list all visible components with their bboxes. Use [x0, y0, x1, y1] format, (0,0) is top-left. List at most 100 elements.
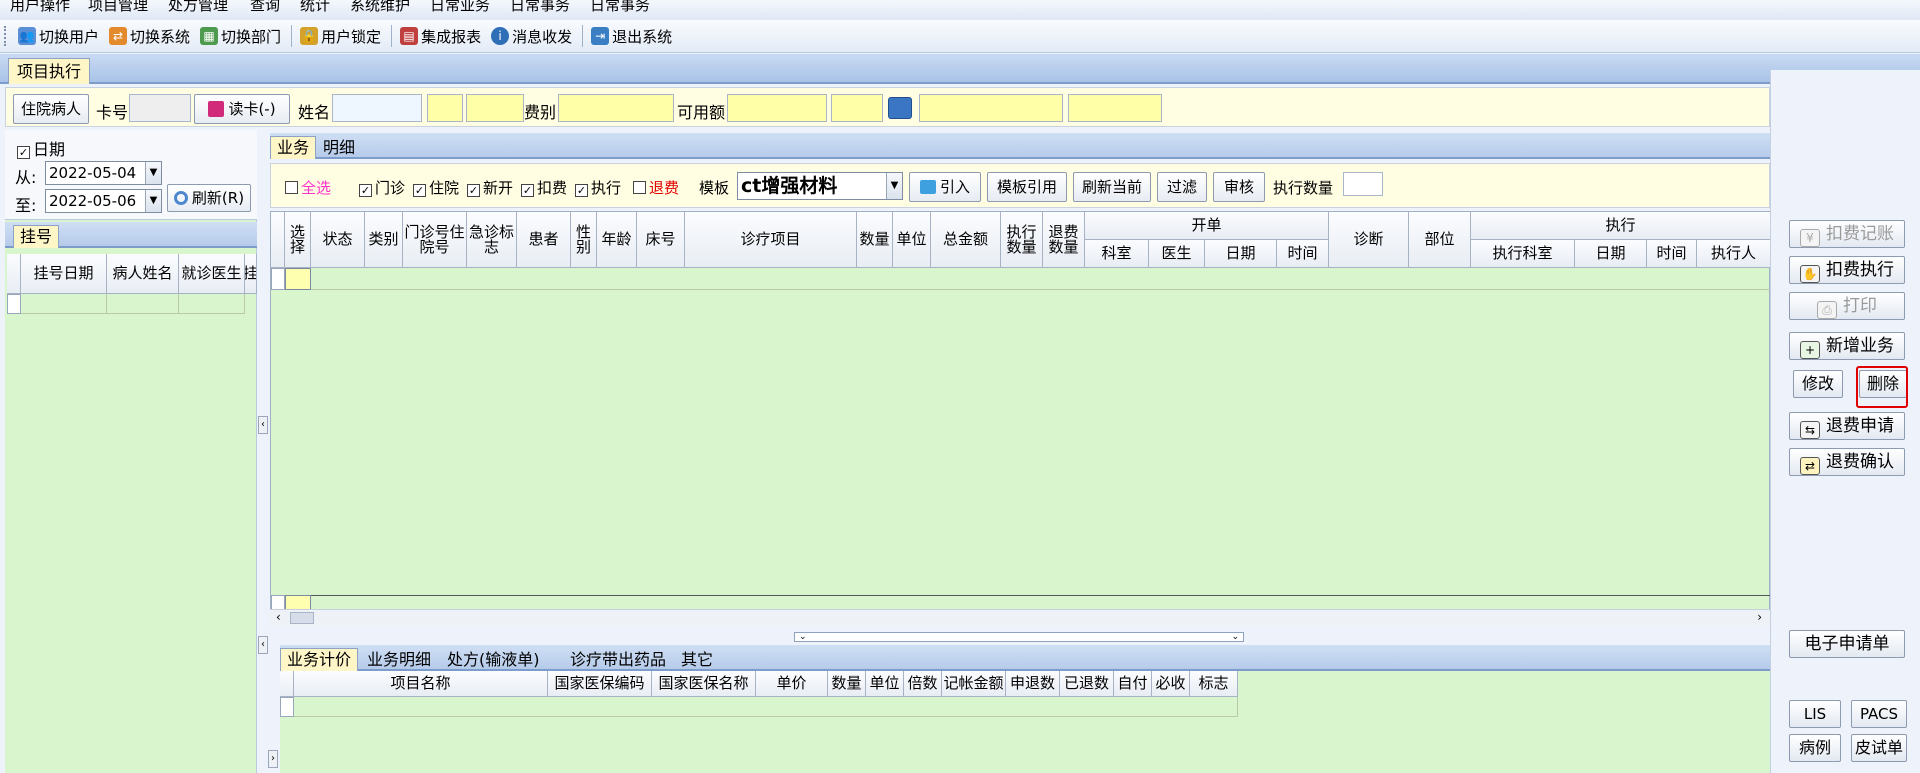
- column-header[interactable]: 日期: [1575, 240, 1647, 268]
- tab-registration[interactable]: 挂号: [13, 225, 60, 248]
- column-header[interactable]: 日期: [1205, 240, 1277, 268]
- chevron-down-icon[interactable]: ▼: [145, 190, 161, 212]
- column-header[interactable]: 门诊号住院号: [403, 212, 467, 268]
- tab-project-execution[interactable]: 项目执行: [8, 58, 91, 84]
- column-header[interactable]: 执行人: [1697, 240, 1771, 268]
- refund-apply-button[interactable]: ⇆ 退费申请: [1789, 412, 1905, 440]
- table-cell[interactable]: [179, 294, 245, 314]
- column-header[interactable]: 时间: [1277, 240, 1329, 268]
- menu-project-mgmt[interactable]: 项目管理: [88, 0, 148, 15]
- scroll-right-icon[interactable]: ›: [1757, 610, 1762, 624]
- chevron-down-icon[interactable]: ▼: [145, 162, 161, 184]
- to-date-picker[interactable]: 2022-05-06 ▼: [45, 189, 162, 213]
- switch-user-button[interactable]: 👥 切换用户: [14, 23, 103, 49]
- column-header[interactable]: 诊断: [1329, 212, 1409, 268]
- column-header[interactable]: 必收: [1152, 671, 1190, 697]
- refresh-current-button[interactable]: 刷新当前: [1073, 172, 1151, 202]
- user-lock-button[interactable]: 🔒 用户锁定: [296, 23, 385, 49]
- deduct-execute-button[interactable]: ✋ 扣费执行: [1789, 256, 1905, 284]
- column-header[interactable]: 执行科室: [1471, 240, 1575, 268]
- date-checkbox[interactable]: ✓ 日期: [17, 136, 65, 160]
- pacs-button[interactable]: PACS: [1851, 700, 1907, 728]
- print-button[interactable]: ⎙ 打印: [1789, 292, 1905, 320]
- from-date-picker[interactable]: 2022-05-04 ▼: [45, 161, 162, 185]
- column-header[interactable]: 病人姓名: [107, 254, 179, 294]
- column-header[interactable]: 总金额: [931, 212, 1001, 268]
- tab-prescription-infusion[interactable]: 处方(输液单): [440, 648, 547, 671]
- table-row[interactable]: [294, 697, 1238, 717]
- collapse-left-handle-2[interactable]: ‹: [258, 636, 268, 654]
- column-header[interactable]: 性别: [571, 212, 597, 268]
- menu-daily-business[interactable]: 日常业务: [430, 0, 490, 15]
- menu-query[interactable]: 查询: [250, 0, 280, 15]
- column-header[interactable]: 自付: [1114, 671, 1152, 697]
- table-row[interactable]: [311, 268, 1771, 290]
- refresh-button[interactable]: 刷新(R): [167, 184, 251, 212]
- column-header[interactable]: 项目名称: [294, 671, 548, 697]
- deducted-checkbox[interactable]: ✓ 扣费: [521, 177, 567, 198]
- tab-other[interactable]: 其它: [674, 648, 720, 671]
- column-header[interactable]: 数量: [828, 671, 866, 697]
- available-amount-field[interactable]: [727, 94, 827, 122]
- import-button[interactable]: 引入: [909, 172, 981, 202]
- menu-user-ops[interactable]: 用户操作: [10, 0, 70, 15]
- skin-test-button[interactable]: 皮试单: [1851, 734, 1907, 762]
- extra-field[interactable]: [831, 94, 883, 122]
- column-header[interactable]: 年龄: [597, 212, 637, 268]
- review-button[interactable]: 审核: [1213, 172, 1265, 202]
- toolbar-grip[interactable]: [4, 26, 8, 46]
- info-field-1[interactable]: [919, 94, 1063, 122]
- patient-type-button[interactable]: 住院病人: [13, 94, 89, 124]
- column-header[interactable]: 单价: [756, 671, 828, 697]
- column-header[interactable]: 诊疗项目: [685, 212, 857, 268]
- column-header[interactable]: 床号: [637, 212, 685, 268]
- menu-prescription-mgmt[interactable]: 处方管理: [168, 0, 228, 15]
- lis-button[interactable]: LIS: [1789, 700, 1841, 728]
- column-header[interactable]: 时间: [1647, 240, 1697, 268]
- card-number-field[interactable]: [129, 94, 191, 122]
- exit-button[interactable]: ⇥ 退出系统: [587, 23, 676, 49]
- outpatient-checkbox[interactable]: ✓ 门诊: [359, 177, 405, 198]
- refund-confirm-button[interactable]: ⇄ 退费确认: [1789, 448, 1905, 476]
- electronic-request-button[interactable]: 电子申请单: [1789, 630, 1905, 658]
- switch-department-button[interactable]: ▦ 切换部门: [196, 23, 285, 49]
- column-header[interactable]: 标志: [1190, 671, 1238, 697]
- report-button[interactable]: ▤ 集成报表: [396, 23, 485, 49]
- column-header[interactable]: 挂: [245, 254, 257, 294]
- filter-button[interactable]: 过滤: [1157, 172, 1207, 202]
- new-business-button[interactable]: + 新增业务: [1789, 332, 1905, 360]
- column-header[interactable]: 就诊医生: [179, 254, 245, 294]
- template-select[interactable]: ct增强材料 ▼: [737, 172, 903, 200]
- row-selector[interactable]: [280, 697, 294, 717]
- modify-button[interactable]: 修改: [1793, 370, 1843, 398]
- scroll-left-icon[interactable]: ‹: [276, 610, 281, 624]
- column-header[interactable]: 申退数: [1006, 671, 1060, 697]
- deduct-record-button[interactable]: ¥ 扣费记账: [1789, 220, 1905, 248]
- case-record-button[interactable]: 病例: [1789, 734, 1841, 762]
- column-header[interactable]: 选择: [285, 212, 311, 268]
- column-header[interactable]: 状态: [311, 212, 365, 268]
- column-header[interactable]: 国家医保编码: [548, 671, 652, 697]
- inpatient-checkbox[interactable]: ✓ 住院: [413, 177, 459, 198]
- table-cell[interactable]: [107, 294, 179, 314]
- row-selector[interactable]: [7, 294, 21, 314]
- name-field[interactable]: [332, 94, 422, 122]
- scroll-thumb[interactable]: [290, 612, 314, 624]
- menu-system-maintenance[interactable]: 系统维护: [350, 0, 410, 15]
- executed-checkbox[interactable]: ✓ 执行: [575, 177, 621, 198]
- column-header[interactable]: 患者: [517, 212, 571, 268]
- column-header[interactable]: 类别: [365, 212, 403, 268]
- table-cell[interactable]: [21, 294, 107, 314]
- column-header[interactable]: 退费数量: [1043, 212, 1085, 268]
- column-header[interactable]: 挂号日期: [21, 254, 107, 294]
- switch-system-button[interactable]: ⇄ 切换系统: [105, 23, 194, 49]
- gender-field[interactable]: [427, 94, 463, 122]
- column-header[interactable]: 医生: [1149, 240, 1205, 268]
- column-header[interactable]: 记帐金额: [942, 671, 1006, 697]
- tab-business-detail[interactable]: 业务明细: [360, 648, 438, 671]
- column-header[interactable]: 执行数量: [1001, 212, 1043, 268]
- column-header[interactable]: 部位: [1409, 212, 1471, 268]
- tab-treatment-drugs[interactable]: 诊疗带出药品: [563, 648, 673, 671]
- select-all-checkbox[interactable]: 全选: [285, 177, 331, 198]
- calculator-icon[interactable]: [888, 97, 912, 119]
